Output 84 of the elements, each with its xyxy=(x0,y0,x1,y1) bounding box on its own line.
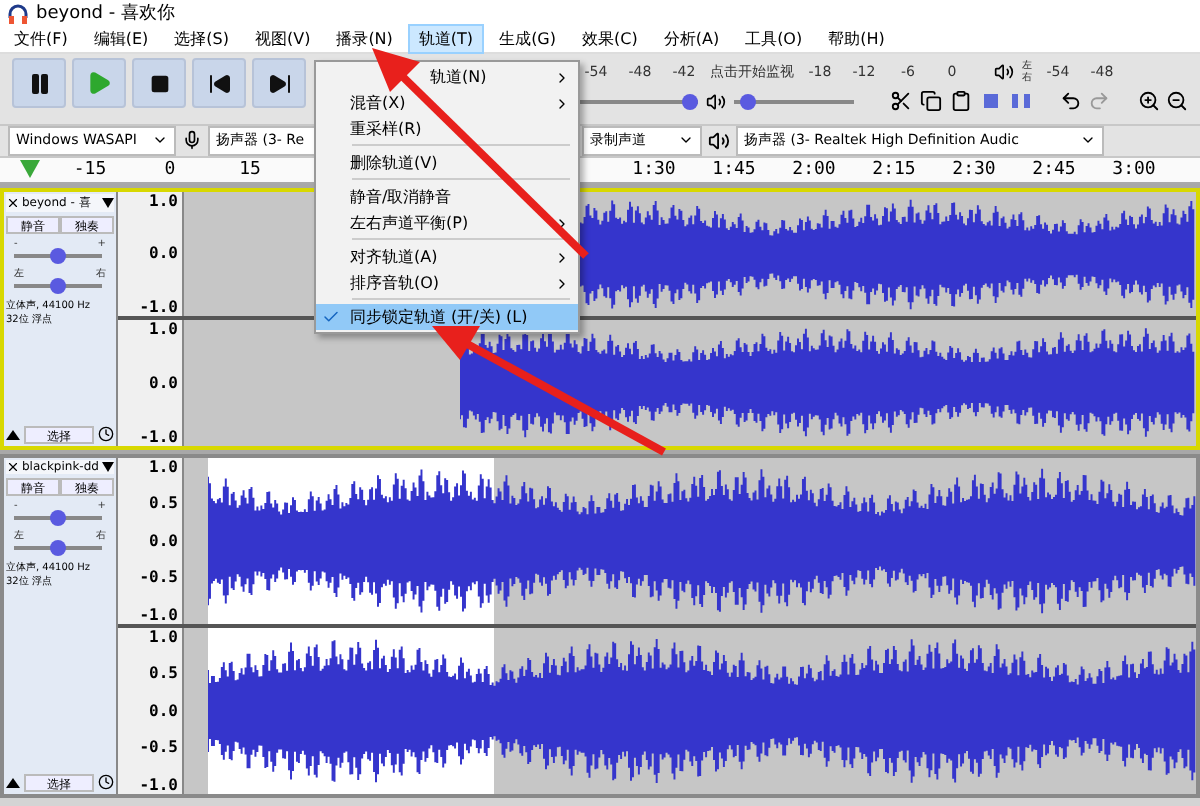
ruler-label: 1.0 xyxy=(149,191,178,210)
menu-item[interactable]: 生成(G) xyxy=(489,24,567,54)
paste-icon[interactable] xyxy=(950,90,972,112)
ruler-label: 0.0 xyxy=(149,531,178,550)
menu-item[interactable]: 文件(F) xyxy=(4,24,78,54)
ruler-label: -0.5 xyxy=(139,738,178,757)
time-label: 1:30 xyxy=(630,159,678,180)
time-label: 15 xyxy=(237,159,263,180)
menu-option[interactable]: 左右声道平衡(P) xyxy=(316,210,578,236)
slider-thumb[interactable] xyxy=(740,93,757,109)
menu-option[interactable]: 重采样(R) xyxy=(316,116,578,142)
clock-icon xyxy=(98,426,114,443)
headphones-icon xyxy=(8,3,28,23)
menu-item[interactable]: 播录(N) xyxy=(326,24,403,54)
collapse-icon[interactable] xyxy=(6,429,20,440)
ruler-label: -1.0 xyxy=(139,605,178,624)
menu-item[interactable]: 工具(O) xyxy=(735,24,813,54)
time-label: 2:30 xyxy=(950,159,998,180)
pan-slider[interactable] xyxy=(14,545,102,550)
ruler-label: 1.0 xyxy=(149,627,178,646)
ruler-label: 0.5 xyxy=(149,494,178,513)
menu-option[interactable]: 删除轨道(V) xyxy=(316,150,578,176)
play-head-icon[interactable] xyxy=(20,160,40,179)
trim-icon[interactable] xyxy=(980,90,1002,112)
speaker-icon xyxy=(994,61,1014,81)
skip-end-button[interactable] xyxy=(252,58,306,108)
menu-option[interactable]: 混音(X) xyxy=(316,90,578,116)
time-label: 1:45 xyxy=(710,159,758,180)
collapse-icon[interactable] xyxy=(6,777,20,788)
ruler-label: 1.0 xyxy=(149,320,178,339)
copy-icon[interactable] xyxy=(920,90,942,112)
zoom-out-icon[interactable] xyxy=(1166,90,1188,112)
skip-end-icon xyxy=(267,71,291,95)
gain-slider[interactable] xyxy=(14,253,102,258)
ruler-label: 0.0 xyxy=(149,244,178,263)
window-title: beyond - 喜欢你 xyxy=(36,1,175,26)
stop-button[interactable] xyxy=(132,58,186,108)
dropdown-icon[interactable] xyxy=(102,461,114,472)
zoom-in-icon[interactable] xyxy=(1138,90,1160,112)
time-label: 2:15 xyxy=(870,159,918,180)
speaker-icon xyxy=(708,129,730,152)
skip-start-button[interactable] xyxy=(192,58,246,108)
pause-button[interactable] xyxy=(12,58,66,108)
menu-item[interactable]: 帮助(H) xyxy=(818,24,895,54)
menu-item[interactable]: 视图(V) xyxy=(244,24,321,54)
pan-slider[interactable] xyxy=(14,283,102,288)
microphone-icon xyxy=(182,130,202,151)
menu-item[interactable]: 轨道(T) xyxy=(408,24,484,54)
menu-option[interactable]: 对齐轨道(A) xyxy=(316,244,578,270)
pause-icon xyxy=(27,71,51,95)
ruler-label: -1.0 xyxy=(139,298,178,317)
play-icon xyxy=(86,70,112,96)
speaker-icon xyxy=(706,91,726,111)
menu-item[interactable]: 编辑(E) xyxy=(83,24,159,54)
skip-start-icon xyxy=(207,71,231,95)
time-label: 0 xyxy=(162,159,178,180)
ruler-label: 1.0 xyxy=(149,457,178,476)
time-label: 2:45 xyxy=(1030,159,1078,180)
undo-icon[interactable] xyxy=(1060,90,1082,112)
menu-option[interactable]: 排序音轨(O) xyxy=(316,270,578,296)
time-label: -15 xyxy=(71,159,109,180)
ruler-label: -1.0 xyxy=(139,775,178,794)
menu-option[interactable]: 轨道(N) xyxy=(316,64,578,90)
ruler-label: -0.5 xyxy=(139,568,178,587)
menu-item[interactable]: 选择(S) xyxy=(164,24,239,54)
cut-icon[interactable] xyxy=(890,90,912,112)
ruler-label: -1.0 xyxy=(139,427,178,446)
stop-icon xyxy=(149,73,169,93)
close-icon[interactable] xyxy=(6,195,20,210)
ruler-label: 0.0 xyxy=(149,701,178,720)
menu-option[interactable]: 静音/取消静音 xyxy=(316,184,578,210)
ruler-label: 0.5 xyxy=(149,664,178,683)
close-icon[interactable] xyxy=(6,459,20,474)
menu-option[interactable]: 同步锁定轨道 (开/关) (L) xyxy=(316,304,578,330)
silence-icon[interactable] xyxy=(1010,90,1032,112)
ruler-label: 0.0 xyxy=(149,373,178,392)
menu-item[interactable]: 分析(A) xyxy=(653,24,730,54)
time-label: 3:00 xyxy=(1110,159,1158,180)
clock-icon xyxy=(98,774,114,791)
time-label: 2:00 xyxy=(790,159,838,180)
gain-slider[interactable] xyxy=(14,515,102,520)
menu-item[interactable]: 效果(C) xyxy=(572,24,648,54)
slider-thumb[interactable] xyxy=(681,93,698,109)
dropdown-icon[interactable] xyxy=(102,197,114,208)
